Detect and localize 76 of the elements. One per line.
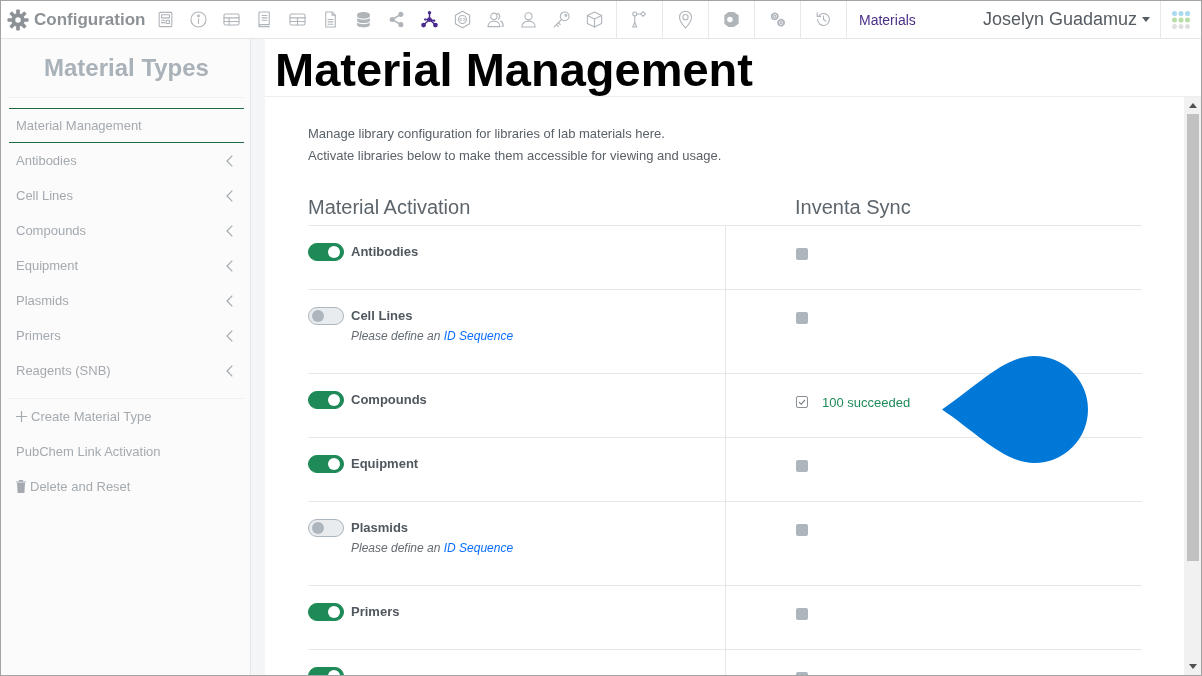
scroll-down-arrow-icon[interactable] — [1188, 664, 1197, 669]
material-name: Cell Lines — [351, 307, 414, 325]
user-icon — [519, 10, 538, 29]
cube-icon — [585, 10, 604, 29]
sidebar-link[interactable]: Create Material Type — [9, 399, 244, 434]
chevron-left-icon — [226, 329, 233, 342]
sidebar-item[interactable]: Compounds — [9, 213, 244, 248]
sync-checkbox[interactable] — [796, 608, 808, 620]
sidebar-link[interactable]: Delete and Reset — [9, 469, 244, 504]
key-icon — [552, 10, 571, 29]
sync-checkbox[interactable] — [796, 396, 808, 408]
plus-icon — [16, 411, 27, 422]
chevron-left-icon — [226, 364, 233, 377]
scroll-up-arrow-icon[interactable] — [1188, 103, 1197, 108]
apps-grid-icon[interactable] — [1172, 10, 1190, 29]
app-title: Configuration — [34, 9, 146, 30]
grid-table-icon — [288, 10, 307, 29]
sync-status-text: 100 succeeded — [822, 394, 911, 410]
sidebar-title: Material Types — [9, 39, 244, 98]
users-icon — [486, 10, 505, 29]
toggle-switch[interactable] — [308, 519, 344, 537]
sidebar-item[interactable]: Equipment — [9, 248, 244, 283]
trash-icon — [16, 480, 26, 493]
toggle-switch[interactable] — [308, 603, 344, 621]
share-icon — [387, 10, 406, 29]
form-icon — [156, 10, 175, 29]
settings-icon — [7, 8, 29, 31]
description-text: Activate libraries below to make them accessible for viewing and usage. — [308, 147, 723, 165]
chevron-left-icon — [226, 154, 233, 167]
scrollbar-track[interactable] — [1184, 97, 1201, 675]
sync-checkbox[interactable] — [796, 312, 808, 324]
sidebar-item[interactable]: Primers — [9, 318, 244, 353]
scrollbar-thumb[interactable] — [1186, 114, 1199, 561]
material-name: Equipment — [351, 455, 419, 473]
caret-icon — [1142, 17, 1150, 22]
sidebar-item[interactable]: Reagents (SNB) — [9, 353, 244, 388]
info-icon — [189, 10, 208, 29]
sync-checkbox[interactable] — [796, 524, 808, 536]
sidebar-item[interactable]: Plasmids — [9, 283, 244, 318]
toggle-switch[interactable] — [308, 243, 344, 261]
chevron-left-icon — [226, 259, 233, 272]
sidebar-item[interactable]: Antibodies — [9, 143, 244, 178]
hexagon-badge-icon — [453, 10, 472, 29]
page-title: Material Management — [275, 44, 754, 96]
toggle-switch[interactable] — [308, 391, 344, 409]
material-name: Antibodies — [351, 243, 419, 261]
location-pin-icon — [676, 10, 695, 29]
sidebar-item[interactable]: Material Management — [9, 108, 244, 143]
sidebar-link[interactable]: PubChem Link Activation — [9, 434, 244, 469]
sync-checkbox[interactable] — [796, 248, 808, 260]
sidebar-item[interactable]: Cell Lines — [9, 178, 244, 213]
toggle-switch[interactable] — [308, 455, 344, 473]
material-name: Primers — [351, 603, 400, 621]
id-sequence-link[interactable]: ID Sequence — [443, 541, 514, 555]
sync-checkbox[interactable] — [796, 460, 808, 472]
id-sequence-link[interactable]: ID Sequence — [443, 329, 514, 343]
history-icon — [814, 10, 833, 29]
branch-nodes-icon — [630, 10, 649, 29]
toggle-switch[interactable] — [308, 307, 344, 325]
note-text: Please define an ID Sequence — [351, 328, 514, 345]
material-name: Plasmids — [351, 519, 410, 537]
column-heading: Material Activation — [308, 195, 472, 220]
gears-icon — [768, 10, 787, 29]
column-heading: Inventa Sync — [794, 195, 912, 220]
table-icon — [222, 10, 241, 29]
chevron-left-icon — [226, 189, 233, 202]
material-name: Compounds — [351, 391, 427, 409]
database-icon — [354, 10, 373, 29]
chevron-left-icon — [226, 224, 233, 237]
user-menu-button[interactable]: Joselyn Guadamuz — [982, 1, 1160, 38]
note-text: Please define an ID Sequence — [351, 540, 514, 557]
description-text: Manage library configuration for libraries of lab materials here. — [308, 125, 666, 143]
octagon-icon — [722, 10, 741, 29]
network-nodes-icon — [420, 10, 439, 29]
chevron-left-icon — [226, 294, 233, 307]
module-link[interactable]: Materials — [846, 1, 928, 38]
